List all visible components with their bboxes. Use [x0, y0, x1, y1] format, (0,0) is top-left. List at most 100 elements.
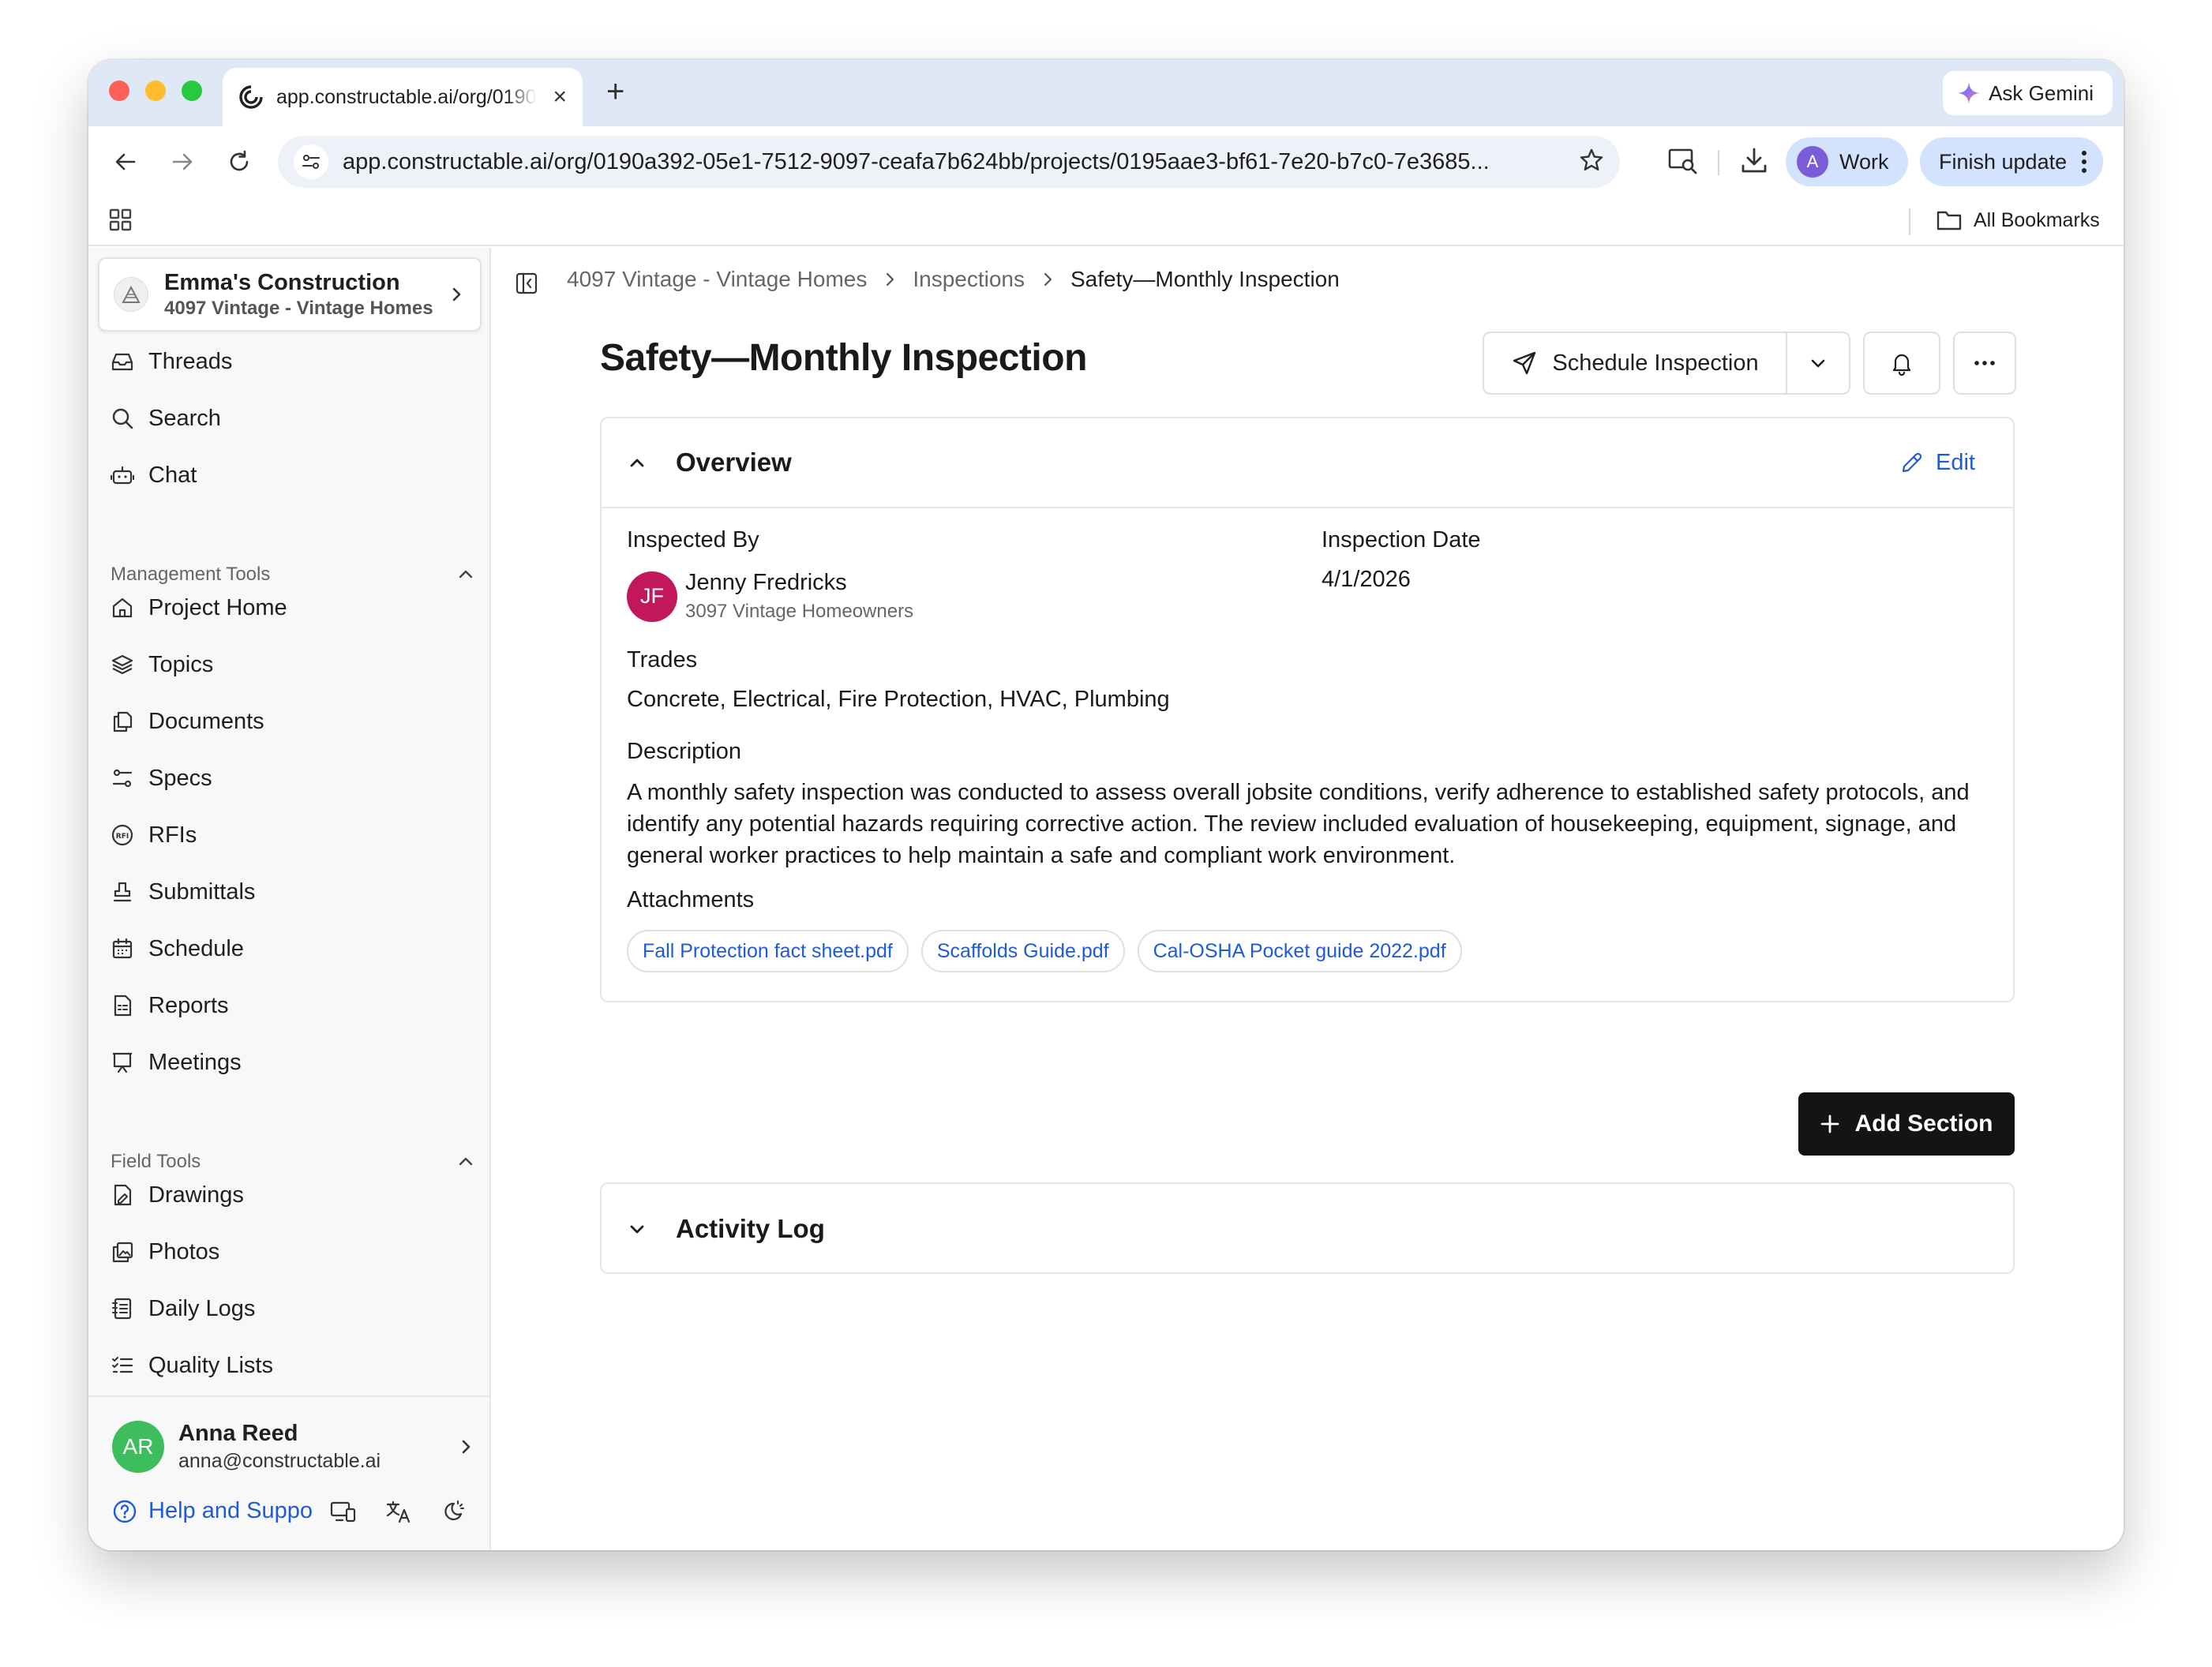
presentation-icon: [109, 1049, 136, 1076]
sidebar-item-label: Threads: [148, 348, 233, 374]
breadcrumb-project[interactable]: 4097 Vintage - Vintage Homes: [567, 267, 867, 292]
attachment-chip[interactable]: Fall Protection fact sheet.pdf: [627, 930, 909, 972]
org-switcher[interactable]: Emma's Construction 4097 Vintage - Vinta…: [98, 257, 482, 332]
sidebar-item-schedule[interactable]: Schedule: [109, 929, 244, 968]
breadcrumb: 4097 Vintage - Vintage Homes Inspections…: [567, 267, 1340, 292]
browser-toolbar: app.constructable.ai/org/0190a392-05e1-7…: [88, 126, 2124, 197]
close-window-button[interactable]: [109, 81, 129, 101]
attachment-chip[interactable]: Scaffolds Guide.pdf: [920, 930, 1125, 972]
inbox-icon: [109, 348, 136, 375]
download-icon[interactable]: [1738, 145, 1770, 181]
main-content: 4097 Vintage - Vintage Homes Inspections…: [491, 248, 2124, 1550]
user-avatar: AR: [112, 1421, 164, 1473]
all-bookmarks-button[interactable]: All Bookmarks: [1936, 208, 2100, 232]
chevron-right-icon: [881, 271, 898, 288]
sidebar-item-chat[interactable]: Chat: [109, 455, 197, 495]
description-label: Description: [627, 739, 742, 764]
schedule-options-dropdown[interactable]: [1787, 332, 1850, 395]
help-circle-icon: [113, 1500, 137, 1523]
profile-button[interactable]: A Work: [1786, 137, 1908, 186]
sidebar-item-project-home[interactable]: Project Home: [109, 588, 287, 627]
toolbar-divider: [1718, 150, 1719, 175]
chevron-right-icon: [462, 1440, 471, 1454]
apps-grid-icon[interactable]: [107, 207, 134, 238]
tab-close-icon[interactable]: ×: [553, 84, 567, 111]
forward-button[interactable]: [164, 144, 201, 180]
theme-toggle-icon[interactable]: [441, 1499, 466, 1524]
sidebar-item-rfis[interactable]: RFI RFIs: [109, 815, 197, 855]
user-email: anna@constructable.ai: [178, 1450, 381, 1472]
pencil-icon: [1902, 452, 1922, 473]
ask-gemini-button[interactable]: Ask Gemini: [1943, 71, 2113, 115]
arrow-left-icon: [115, 153, 136, 170]
activity-log-title: Activity Log: [676, 1214, 825, 1243]
address-bar[interactable]: app.constructable.ai/org/0190a392-05e1-7…: [278, 136, 1620, 188]
report-icon: [109, 992, 136, 1019]
overview-title: Overview: [676, 448, 792, 477]
breadcrumb-inspections[interactable]: Inspections: [913, 267, 1025, 292]
lens-search-icon[interactable]: [1667, 145, 1699, 181]
site-settings-icon[interactable]: [294, 144, 328, 179]
ask-gemini-label: Ask Gemini: [1989, 81, 2094, 105]
sidebar-item-label: Drawings: [148, 1182, 244, 1208]
sidebar-item-drawings[interactable]: Drawings: [109, 1175, 244, 1215]
project-name: 4097 Vintage - Vintage Homes: [164, 297, 433, 319]
sidebar-item-quality-lists[interactable]: Quality Lists: [109, 1346, 273, 1385]
sidebar-item-documents[interactable]: Documents: [109, 702, 264, 741]
activity-log-header[interactable]: Activity Log: [602, 1184, 2013, 1274]
back-button[interactable]: [107, 144, 144, 180]
devices-icon[interactable]: [330, 1499, 357, 1524]
sidebar-item-specs[interactable]: Specs: [109, 759, 212, 798]
management-tools-header[interactable]: Management Tools: [111, 564, 475, 586]
help-and-support-link[interactable]: Help and Suppo: [112, 1498, 319, 1524]
add-section-label: Add Section: [1854, 1111, 1993, 1137]
attachment-chip[interactable]: Cal-OSHA Pocket guide 2022.pdf: [1137, 930, 1462, 972]
new-tab-button[interactable]: +: [606, 74, 624, 110]
add-section-button[interactable]: Add Section: [1798, 1092, 2015, 1156]
reload-icon: [230, 150, 249, 171]
chevron-down-icon[interactable]: [627, 1219, 647, 1239]
edit-button[interactable]: Edit: [1899, 450, 1975, 476]
sidebar-item-topics[interactable]: Topics: [109, 645, 213, 684]
sidebar-item-label: Documents: [148, 708, 264, 734]
sidebar-item-meetings[interactable]: Meetings: [109, 1043, 242, 1082]
sidebar-item-label: Search: [148, 405, 221, 431]
field-tools-header[interactable]: Field Tools: [111, 1151, 475, 1173]
translate-icon[interactable]: [385, 1499, 412, 1524]
minimize-window-button[interactable]: [145, 81, 166, 101]
sidebar-item-reports[interactable]: Reports: [109, 986, 229, 1025]
bookmark-star-icon[interactable]: [1579, 148, 1604, 177]
svg-text:RFI: RFI: [116, 833, 129, 841]
browser-tab-active[interactable]: app.constructable.ai/org/0190a392-05e1 ×: [223, 68, 583, 126]
more-options-button[interactable]: [1953, 332, 2016, 395]
page-title: Safety—Monthly Inspection: [600, 337, 1087, 379]
sidebar-item-submittals[interactable]: Submittals: [109, 872, 255, 912]
chevron-up-icon: [459, 570, 473, 579]
browser-tab-bar: app.constructable.ai/org/0190a392-05e1 ×…: [88, 60, 2124, 126]
sidebar-item-threads[interactable]: Threads: [109, 342, 232, 381]
finish-update-button[interactable]: Finish update: [1920, 137, 2104, 186]
stamp-icon: [109, 878, 136, 905]
user-name: Anna Reed: [178, 1421, 298, 1446]
browser-window: app.constructable.ai/org/0190a392-05e1 ×…: [88, 60, 2124, 1550]
chevron-right-icon: [1039, 271, 1056, 288]
specs-icon: [109, 765, 136, 792]
overview-header[interactable]: Overview Edit: [602, 418, 2013, 508]
reload-button[interactable]: [221, 144, 257, 180]
notifications-button[interactable]: [1863, 332, 1940, 395]
sidebar-item-label: RFIs: [148, 822, 197, 848]
user-menu-button[interactable]: AR Anna Reed anna@constructable.ai: [112, 1421, 475, 1473]
sidebar-item-search[interactable]: Search: [109, 399, 221, 438]
chevron-down-icon: [1811, 359, 1825, 368]
constructable-favicon-icon: [239, 85, 263, 109]
sidebar-collapse-icon[interactable]: [515, 272, 538, 299]
url-text[interactable]: app.constructable.ai/org/0190a392-05e1-7…: [343, 149, 1563, 175]
sidebar-item-label: Reports: [148, 992, 229, 1018]
sidebar-item-photos[interactable]: Photos: [109, 1232, 219, 1272]
sidebar-item-daily-logs[interactable]: Daily Logs: [109, 1289, 255, 1328]
chevron-up-icon[interactable]: [627, 452, 647, 473]
schedule-inspection-button[interactable]: Schedule Inspection: [1483, 332, 1787, 395]
sidebar-item-label: Photos: [148, 1238, 220, 1264]
help-label: Help and Suppo: [148, 1498, 313, 1523]
maximize-window-button[interactable]: [182, 81, 202, 101]
